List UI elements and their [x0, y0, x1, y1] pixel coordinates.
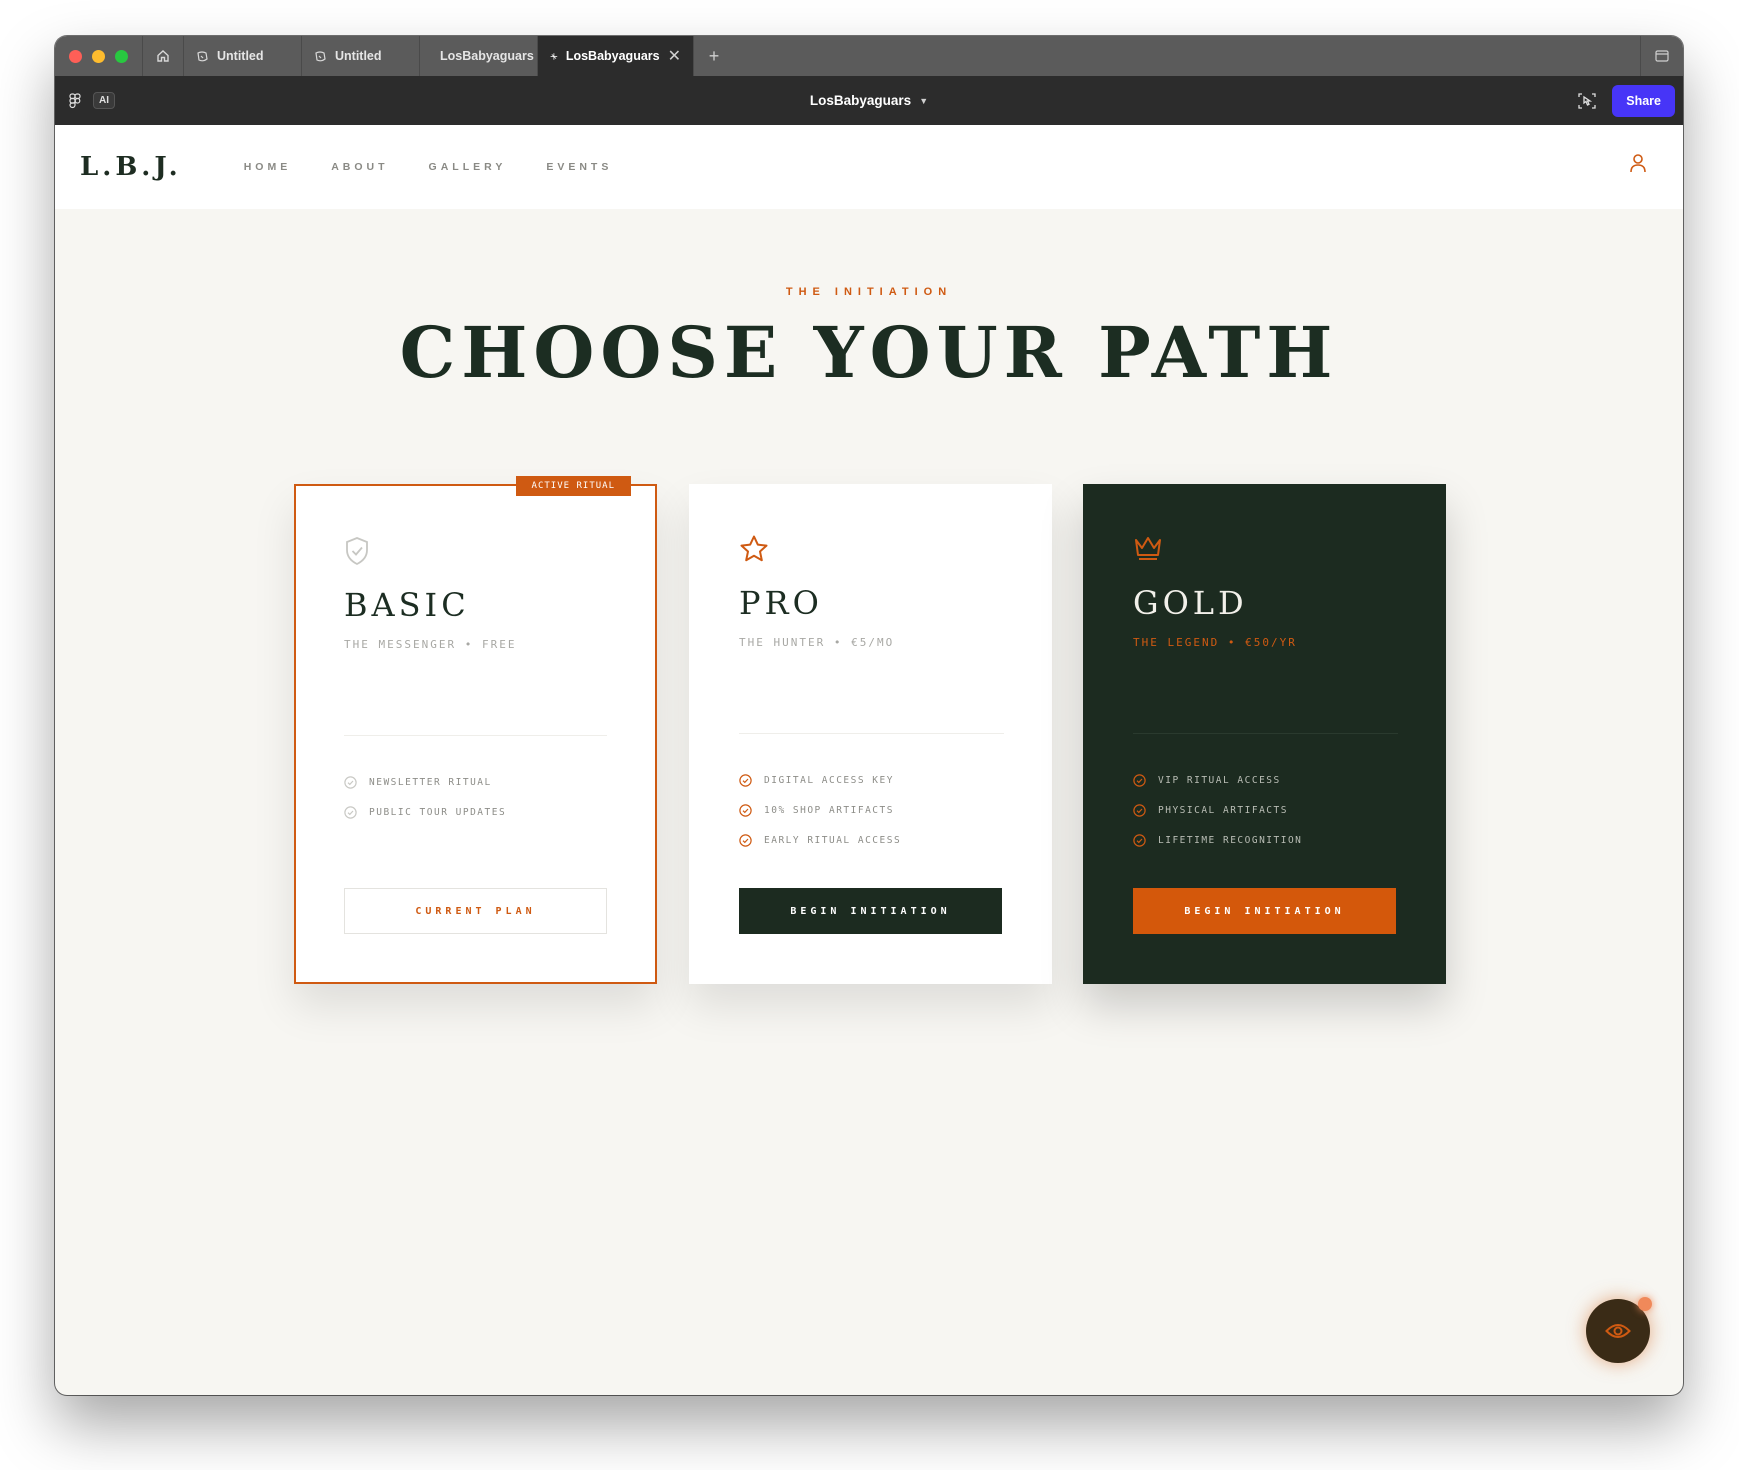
plan-subtitle: THE LEGEND • €50/YR [1133, 636, 1297, 649]
section-eyebrow: THE INITIATION [785, 286, 953, 298]
feature-label: DIGITAL ACCESS KEY [764, 774, 894, 786]
nav-about[interactable]: ABOUT [331, 161, 388, 173]
nav-gallery[interactable]: GALLERY [429, 161, 507, 173]
feature-list: DIGITAL ACCESS KEY 10% SHOP ARTIFACTS EA… [739, 765, 901, 855]
tab-losbabyaguars-active[interactable]: LosBabyaguars ✕ [538, 36, 694, 76]
plan-name: GOLD [1133, 584, 1248, 622]
plan-card-pro: PRO THE HUNTER • €5/MO DIGITAL ACCESS KE… [689, 484, 1052, 984]
plan-name: PRO [739, 584, 823, 622]
list-item: 10% SHOP ARTIFACTS [739, 795, 901, 825]
feature-label: NEWSLETTER RITUAL [369, 776, 492, 788]
check-circle-icon [344, 775, 357, 789]
feature-label: LIFETIME RECOGNITION [1158, 834, 1303, 846]
home-button[interactable] [142, 36, 184, 76]
feature-list: NEWSLETTER RITUAL PUBLIC TOUR UPDATES [344, 767, 506, 827]
feature-label: 10% SHOP ARTIFACTS [764, 804, 894, 816]
list-item: PHYSICAL ARTIFACTS [1133, 795, 1302, 825]
plan-card-basic: ACTIVE RITUAL BASIC THE MESSENGER • FREE… [294, 476, 657, 984]
site-nav: HOME ABOUT GALLERY EVENTS [244, 161, 613, 173]
figjam-icon [197, 50, 208, 61]
close-window-button[interactable] [69, 49, 82, 63]
site-logo[interactable]: L.B.J. [80, 152, 182, 182]
nav-home[interactable]: HOME [244, 161, 292, 173]
feature-label: VIP RITUAL ACCESS [1158, 774, 1281, 786]
ai-button[interactable]: AI [93, 92, 115, 109]
panel-toggle-button[interactable] [1640, 36, 1683, 76]
feature-label: EARLY RITUAL ACCESS [764, 834, 902, 846]
nav-events[interactable]: EVENTS [546, 161, 612, 173]
check-circle-icon [344, 805, 357, 819]
shield-check-icon [346, 537, 368, 566]
check-circle-icon [1133, 803, 1146, 817]
close-tab-icon[interactable]: ✕ [668, 46, 681, 66]
check-circle-icon [739, 803, 752, 817]
user-icon[interactable] [1629, 153, 1647, 173]
page-title: CHOOSE YOUR PATH [399, 311, 1339, 394]
figjam-icon [315, 50, 326, 61]
eye-icon [1605, 1324, 1631, 1338]
minimize-window-button[interactable] [92, 49, 105, 63]
figma-logo-icon[interactable] [69, 92, 81, 109]
tab-label: LosBabyaguars [440, 49, 534, 63]
preview-button[interactable] [1586, 1297, 1652, 1363]
list-item: VIP RITUAL ACCESS [1133, 765, 1302, 795]
home-icon [157, 50, 169, 62]
maximize-window-button[interactable] [115, 49, 128, 63]
crown-icon [1135, 537, 1161, 560]
document-title: LosBabyaguars [809, 93, 912, 108]
divider [1133, 733, 1398, 734]
tab-label: Untitled [217, 49, 264, 63]
list-item: EARLY RITUAL ACCESS [739, 825, 901, 855]
feature-label: PHYSICAL ARTIFACTS [1158, 804, 1288, 816]
check-circle-icon [739, 773, 752, 787]
tab-bar: Untitled Untitled LosBabyaguars LosBabya… [55, 36, 1683, 77]
tab-losbabyaguars-1[interactable]: LosBabyaguars [420, 36, 538, 76]
share-button[interactable]: Share [1612, 84, 1675, 117]
feature-list: VIP RITUAL ACCESS PHYSICAL ARTIFACTS LIF… [1133, 765, 1302, 855]
window-controls [55, 36, 142, 76]
window-icon [1655, 50, 1669, 62]
plan-subtitle: THE HUNTER • €5/MO [739, 636, 895, 649]
check-circle-icon [739, 833, 752, 847]
site-header: L.B.J. HOME ABOUT GALLERY EVENTS [55, 125, 1683, 209]
app-toolbar: AI LosBabyaguars ▼ Share [55, 76, 1683, 125]
tab-label: Untitled [335, 49, 382, 63]
divider [739, 733, 1004, 734]
status-badge: ACTIVE RITUAL [515, 476, 631, 496]
check-circle-icon [1133, 773, 1146, 787]
browser-window: Untitled Untitled LosBabyaguars LosBabya… [55, 36, 1683, 1395]
list-item: NEWSLETTER RITUAL [344, 767, 506, 797]
divider [344, 735, 607, 736]
document-title-dropdown[interactable]: LosBabyaguars ▼ [810, 93, 928, 108]
begin-initiation-button-pro[interactable]: BEGIN INITIATION [739, 888, 1002, 934]
tab-untitled-1[interactable]: Untitled [184, 36, 302, 76]
tab-untitled-2[interactable]: Untitled [302, 36, 420, 76]
check-circle-icon [1133, 833, 1146, 847]
list-item: PUBLIC TOUR UPDATES [344, 797, 506, 827]
feature-label: PUBLIC TOUR UPDATES [369, 806, 507, 818]
star-icon [740, 535, 768, 562]
begin-initiation-button-gold[interactable]: BEGIN INITIATION [1133, 888, 1396, 934]
inspect-icon[interactable] [1578, 92, 1596, 110]
plus-icon[interactable]: + [694, 36, 734, 76]
plan-name: BASIC [344, 586, 470, 624]
plan-card-gold: GOLD THE LEGEND • €50/YR VIP RITUAL ACCE… [1083, 484, 1446, 984]
chevron-down-icon: ▼ [919, 95, 929, 106]
list-item: DIGITAL ACCESS KEY [739, 765, 901, 795]
make-icon [550, 52, 558, 60]
tab-label: LosBabyaguars [565, 49, 660, 63]
current-plan-button[interactable]: CURRENT PLAN [344, 888, 607, 934]
plan-subtitle: THE MESSENGER • FREE [344, 638, 517, 651]
list-item: LIFETIME RECOGNITION [1133, 825, 1302, 855]
notification-dot [1638, 1297, 1652, 1311]
